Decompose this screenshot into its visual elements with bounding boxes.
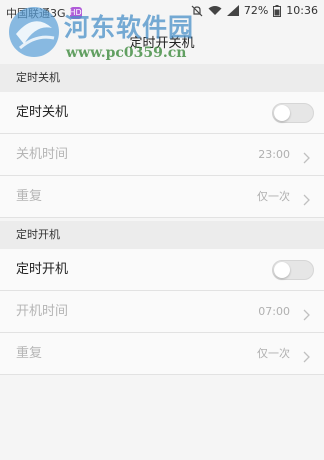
poweron-toggle[interactable] <box>272 260 314 280</box>
poweron-repeat-row[interactable]: 重复 仅一次 <box>0 333 324 375</box>
wifi-icon <box>208 5 222 16</box>
page-title: 定时开关机 <box>129 36 195 51</box>
clock-label: 10:36 <box>286 4 318 17</box>
section-header-shutdown: 定时关机 <box>0 64 324 92</box>
section-header-poweron: 定时开机 <box>0 221 324 249</box>
shutdown-time-label: 关机时间 <box>16 147 69 162</box>
status-bar: 中国联通3G HD 72% 10:36 <box>0 0 324 24</box>
shutdown-toggle[interactable] <box>272 103 314 123</box>
poweron-time-row[interactable]: 开机时间 07:00 <box>0 291 324 333</box>
shutdown-repeat-row[interactable]: 重复 仅一次 <box>0 176 324 218</box>
chevron-right-icon <box>303 306 310 325</box>
poweron-repeat-label: 重复 <box>16 346 43 361</box>
chevron-right-icon <box>303 149 310 168</box>
poweron-toggle-row[interactable]: 定时开机 <box>0 249 324 291</box>
toggle-knob <box>274 262 290 278</box>
carrier-label: 中国联通3G <box>6 7 66 20</box>
shutdown-repeat-label: 重复 <box>16 189 43 204</box>
chevron-right-icon <box>303 191 310 210</box>
poweron-repeat-value: 仅一次 <box>257 347 290 360</box>
mute-icon <box>191 5 203 17</box>
poweron-time-value: 07:00 <box>258 305 290 318</box>
shutdown-toggle-label: 定时关机 <box>16 105 69 120</box>
poweron-toggle-label: 定时开机 <box>16 262 69 277</box>
shutdown-toggle-row[interactable]: 定时关机 <box>0 92 324 134</box>
shutdown-repeat-value: 仅一次 <box>257 190 290 203</box>
toggle-knob <box>274 105 290 121</box>
battery-label: 72% <box>243 4 269 17</box>
hd-badge-icon: HD <box>69 7 82 19</box>
poweron-time-label: 开机时间 <box>16 304 69 319</box>
shutdown-time-row[interactable]: 关机时间 23:00 <box>0 134 324 176</box>
signal-icon <box>226 5 239 16</box>
battery-icon <box>273 4 282 17</box>
chevron-right-icon <box>303 348 310 367</box>
shutdown-time-value: 23:00 <box>258 148 290 161</box>
